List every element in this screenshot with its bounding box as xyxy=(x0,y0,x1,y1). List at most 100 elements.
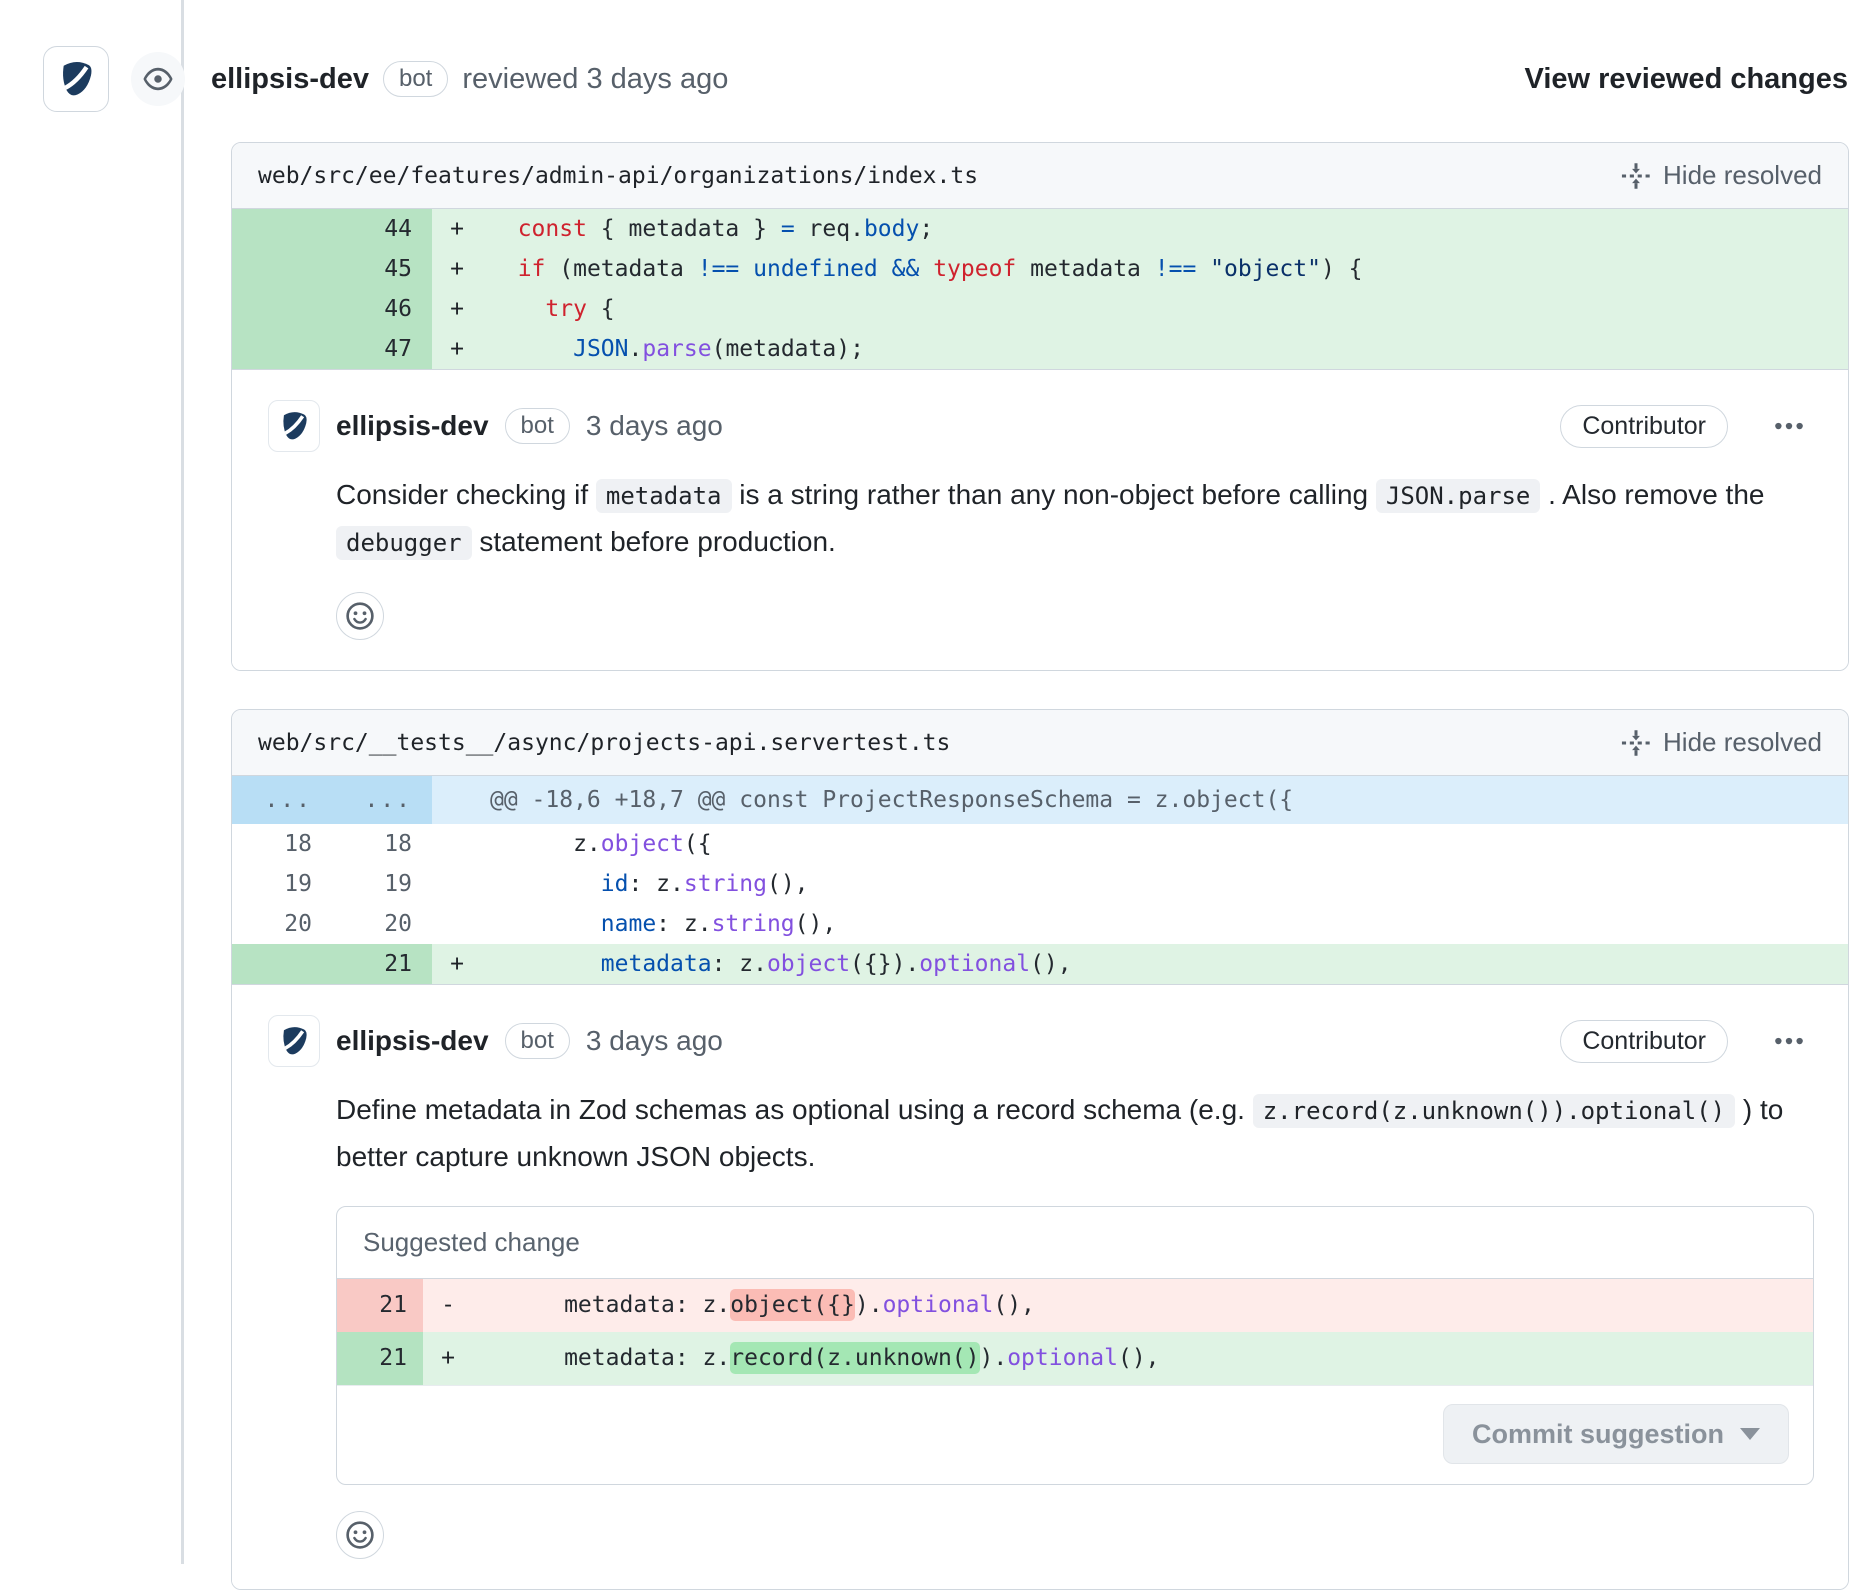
diff-row: 44 + const { metadata } = req.body; xyxy=(232,209,1848,249)
diff-row: 19 19 id: z.string(), xyxy=(232,864,1848,904)
diff-row: 21 + metadata: z.object({}).optional(), xyxy=(232,944,1848,984)
kebab-horizontal-icon xyxy=(1772,1024,1806,1058)
smiley-icon xyxy=(345,1520,375,1550)
new-line-number: 44 xyxy=(332,209,432,249)
reviewer-username[interactable]: ellipsis-dev xyxy=(211,63,369,96)
file-path[interactable]: web/src/__tests__/async/projects-api.ser… xyxy=(258,730,950,756)
suggested-change-block: Suggested change 21 - metadata: z.object… xyxy=(336,1206,1814,1485)
hide-resolved-label: Hide resolved xyxy=(1663,727,1822,758)
contributor-badge: Contributor xyxy=(1560,405,1728,448)
view-reviewed-changes-link[interactable]: View reviewed changes xyxy=(1525,63,1848,96)
eye-icon xyxy=(131,52,185,106)
file-path[interactable]: web/src/ee/features/admin-api/organizati… xyxy=(258,163,978,189)
diff-sign: - xyxy=(423,1279,473,1332)
pr-review-timeline-item: ellipsis-dev bot reviewed 3 days ago Vie… xyxy=(0,0,1858,1590)
old-line-number xyxy=(232,329,332,369)
code-line: metadata: z.object({}).optional(), xyxy=(482,944,1848,984)
bot-badge: bot xyxy=(505,408,570,444)
review-header: ellipsis-dev bot reviewed 3 days ago Vie… xyxy=(43,46,1848,112)
diff-sign: + xyxy=(432,289,482,329)
new-line-number: 18 xyxy=(332,824,432,864)
hunk-expander[interactable]: ... xyxy=(232,776,332,824)
old-line-number: 19 xyxy=(232,864,332,904)
diff-row: 45 + if (metadata !== undefined && typeo… xyxy=(232,249,1848,289)
review-thread-card: web/src/ee/features/admin-api/organizati… xyxy=(231,142,1849,671)
old-line-number: 20 xyxy=(232,904,332,944)
comment-options-button[interactable] xyxy=(1766,1020,1812,1062)
add-reaction-button[interactable] xyxy=(336,592,384,640)
commit-suggestion-label: Commit suggestion xyxy=(1472,1419,1724,1450)
review-thread-card: web/src/__tests__/async/projects-api.ser… xyxy=(231,709,1849,1590)
comment-body: Define metadata in Zod schemas as option… xyxy=(336,1087,1812,1180)
comment-author[interactable]: ellipsis-dev xyxy=(336,410,489,442)
hide-resolved-label: Hide resolved xyxy=(1663,160,1822,191)
kebab-horizontal-icon xyxy=(1772,409,1806,443)
commit-suggestion-button[interactable]: Commit suggestion xyxy=(1443,1404,1789,1464)
comment-author[interactable]: ellipsis-dev xyxy=(336,1025,489,1057)
code-line: name: z.string(), xyxy=(482,904,1848,944)
diff-view: ... ... @@ -18,6 +18,7 @@ const ProjectR… xyxy=(232,776,1848,985)
code-line: JSON.parse(metadata); xyxy=(482,329,1848,369)
line-number: 21 xyxy=(337,1332,423,1385)
diff-sign xyxy=(432,864,482,904)
diff-row: 47 + JSON.parse(metadata); xyxy=(232,329,1848,369)
contributor-badge: Contributor xyxy=(1560,1020,1728,1063)
diff-sign xyxy=(432,904,482,944)
add-reaction-button[interactable] xyxy=(336,1511,384,1559)
bot-badge: bot xyxy=(505,1023,570,1059)
comment-header: ellipsis-dev bot 3 days ago Contributor xyxy=(268,1015,1812,1067)
suggested-change-title: Suggested change xyxy=(337,1207,1813,1279)
review-comment: ellipsis-dev bot 3 days ago Contributor … xyxy=(232,985,1848,1589)
new-line-number: 47 xyxy=(332,329,432,369)
code-line: id: z.string(), xyxy=(482,864,1848,904)
ellipsis-logo-icon xyxy=(276,408,312,444)
comment-timestamp[interactable]: 3 days ago xyxy=(586,410,723,442)
avatar[interactable] xyxy=(268,1015,320,1067)
old-line-number xyxy=(232,209,332,249)
diff-sign: + xyxy=(423,1332,473,1385)
comment-timestamp[interactable]: 3 days ago xyxy=(586,1025,723,1057)
avatar[interactable] xyxy=(268,400,320,452)
new-line-number: 20 xyxy=(332,904,432,944)
diff-row: 20 20 name: z.string(), xyxy=(232,904,1848,944)
diff-sign xyxy=(432,824,482,864)
line-number: 21 xyxy=(337,1279,423,1332)
ellipsis-logo-icon xyxy=(276,1023,312,1059)
code-line: if (metadata !== undefined && typeof met… xyxy=(482,249,1848,289)
fold-icon xyxy=(1621,161,1651,191)
bot-badge: bot xyxy=(383,61,448,97)
code-line: metadata: z.record(z.unknown()).optional… xyxy=(473,1332,1813,1385)
diff-view: 44 + const { metadata } = req.body; 45 +… xyxy=(232,209,1848,370)
diff-sign: + xyxy=(432,209,482,249)
new-line-number: 21 xyxy=(332,944,432,984)
code-line: try { xyxy=(482,289,1848,329)
hunk-expander[interactable]: ... xyxy=(332,776,432,824)
triangle-down-icon xyxy=(1740,1428,1760,1440)
file-header: web/src/__tests__/async/projects-api.ser… xyxy=(232,710,1848,776)
new-line-number: 46 xyxy=(332,289,432,329)
comment-body: Consider checking if metadata is a strin… xyxy=(336,472,1812,566)
review-action-text: reviewed 3 days ago xyxy=(462,63,728,96)
new-line-number: 19 xyxy=(332,864,432,904)
diff-sign: + xyxy=(432,329,482,369)
review-comment: ellipsis-dev bot 3 days ago Contributor … xyxy=(232,370,1848,670)
old-line-number xyxy=(232,944,332,984)
review-header-text: ellipsis-dev bot reviewed 3 days ago xyxy=(211,61,728,97)
diff-row: 18 18 z.object({ xyxy=(232,824,1848,864)
fold-icon xyxy=(1621,728,1651,758)
smiley-icon xyxy=(345,601,375,631)
comment-options-button[interactable] xyxy=(1766,405,1812,447)
diff-sign: + xyxy=(432,944,482,984)
code-line: z.object({ xyxy=(482,824,1848,864)
diff-row: 46 + try { xyxy=(232,289,1848,329)
old-line-number xyxy=(232,249,332,289)
hunk-row[interactable]: ... ... @@ -18,6 +18,7 @@ const ProjectR… xyxy=(232,776,1848,824)
new-line-number: 45 xyxy=(332,249,432,289)
file-header: web/src/ee/features/admin-api/organizati… xyxy=(232,143,1848,209)
old-line-number: 18 xyxy=(232,824,332,864)
hide-resolved-button[interactable]: Hide resolved xyxy=(1621,160,1822,191)
avatar[interactable] xyxy=(43,46,109,112)
suggestion-footer: Commit suggestion xyxy=(337,1385,1813,1484)
suggestion-addition-row: 21 + metadata: z.record(z.unknown()).opt… xyxy=(337,1332,1813,1385)
hide-resolved-button[interactable]: Hide resolved xyxy=(1621,727,1822,758)
